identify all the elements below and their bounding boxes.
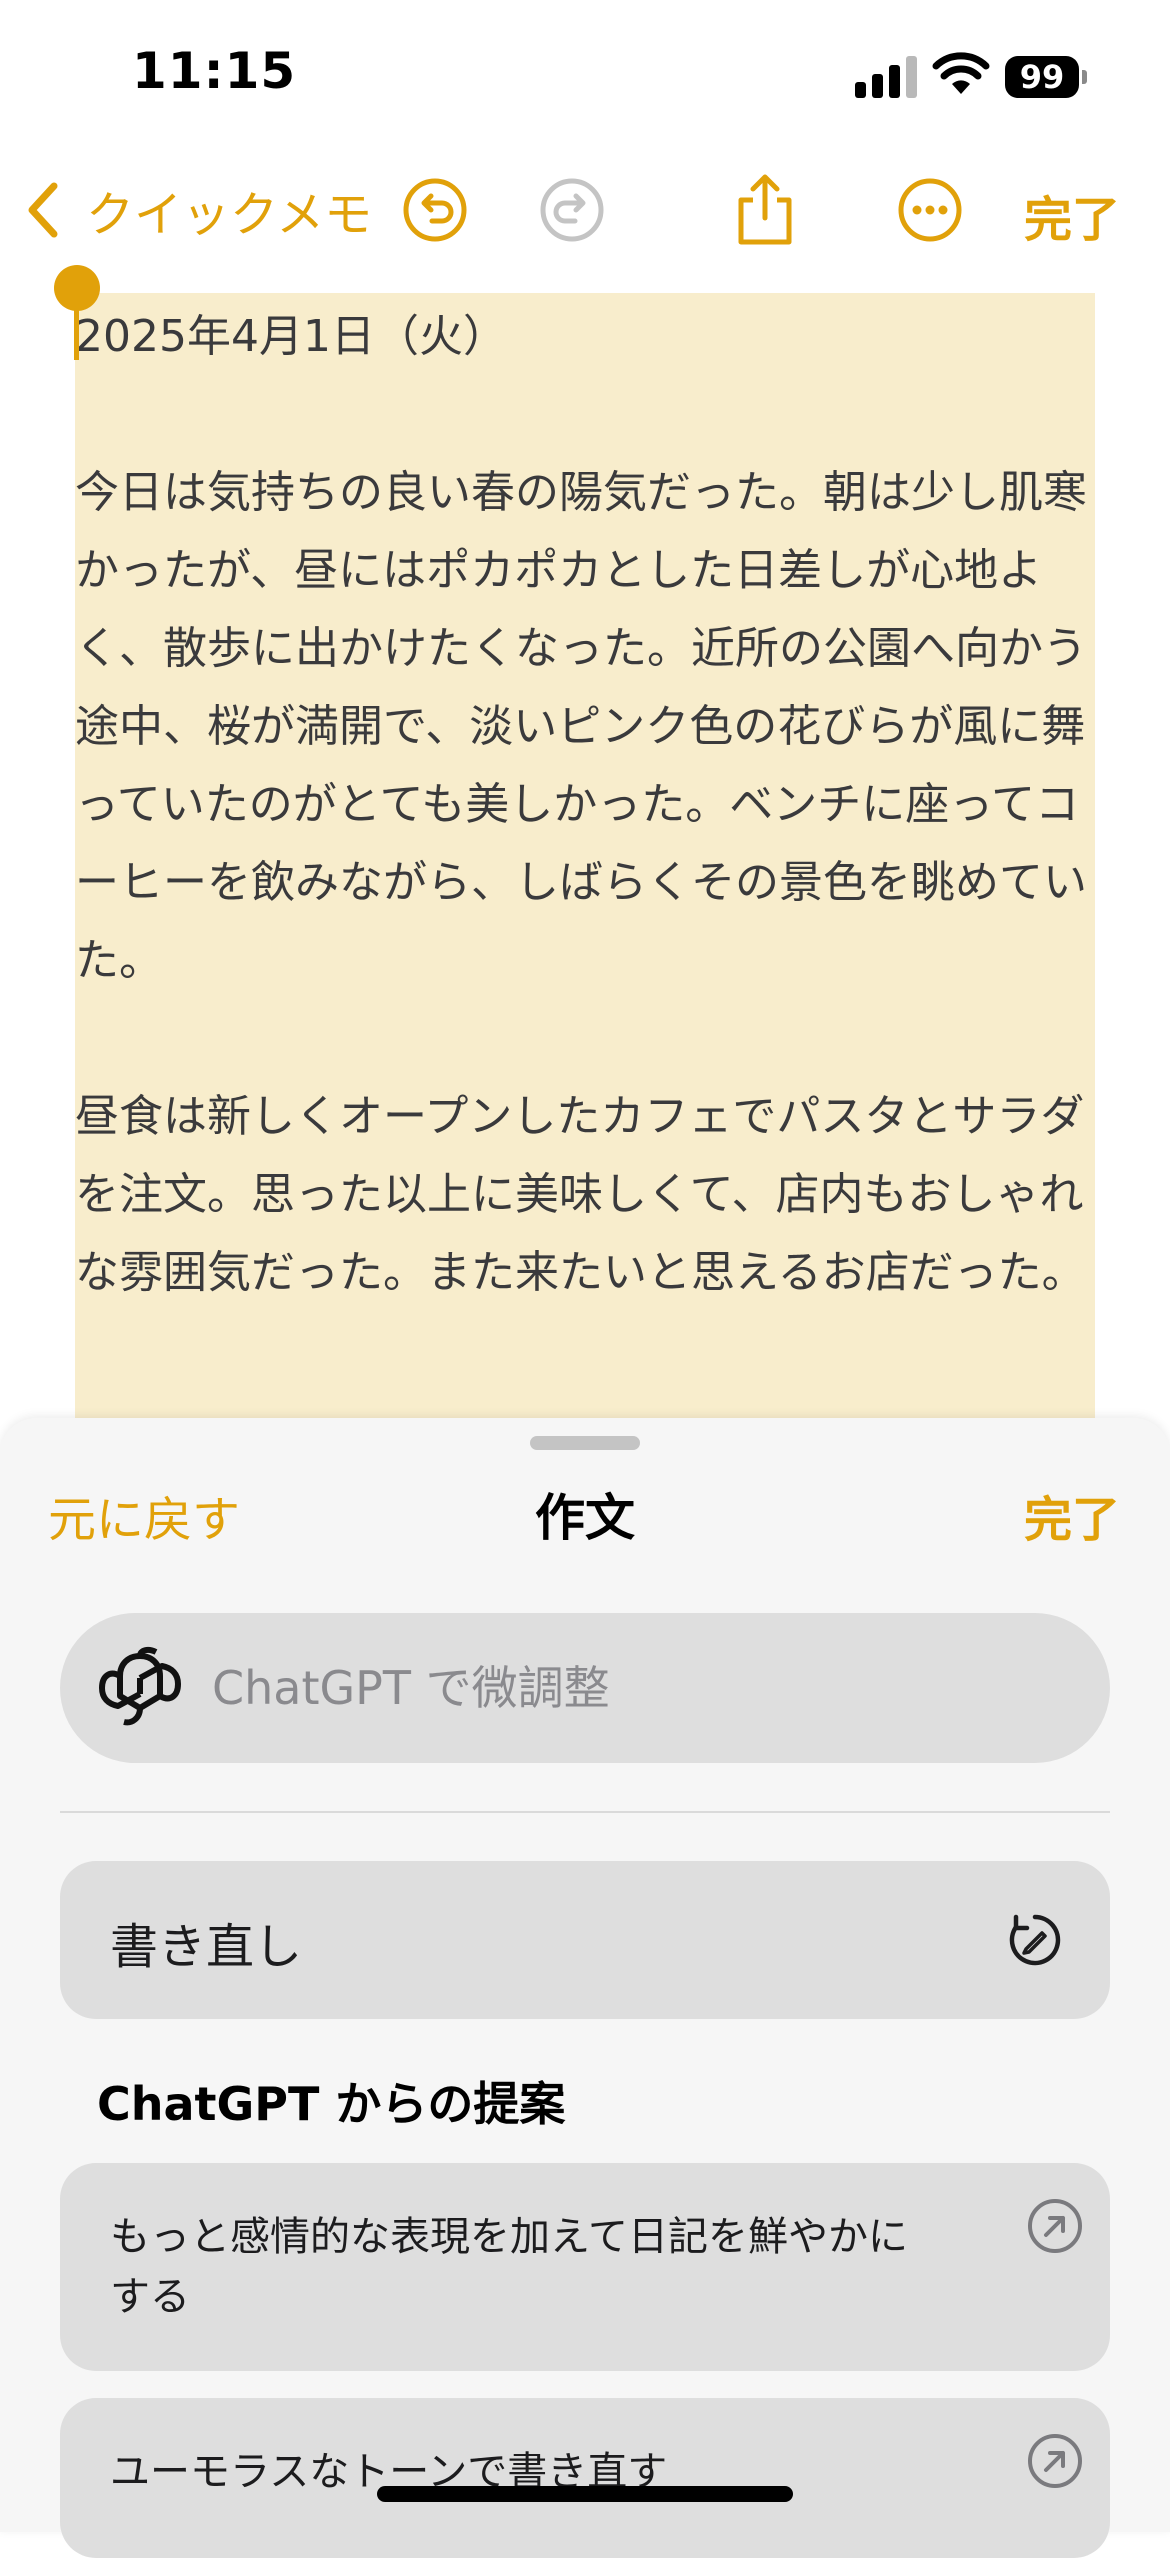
home-indicator[interactable] bbox=[377, 2486, 793, 2502]
status-time: 11:15 bbox=[132, 42, 297, 100]
suggestion-item[interactable]: ユーモラスなトーンで書き直す bbox=[60, 2398, 1110, 2558]
sheet-done-button[interactable]: 完了 bbox=[1024, 1480, 1120, 1550]
suggestions-title: ChatGPT からの提案 bbox=[97, 2077, 566, 2131]
divider bbox=[60, 1811, 1110, 1813]
note-text: 2025年4月1日（火） 今日は気持ちの良い春の陽気だった。朝は少し肌寒かったが… bbox=[75, 293, 1095, 1390]
back-button[interactable]: クイックメモ bbox=[24, 175, 372, 245]
battery-level: 99 bbox=[1005, 56, 1079, 98]
cellular-signal-icon bbox=[855, 56, 917, 98]
status-bar: 11:15 99 bbox=[0, 0, 1170, 150]
redo-icon bbox=[540, 178, 604, 242]
undo-icon bbox=[403, 178, 467, 242]
wifi-icon bbox=[932, 50, 990, 96]
more-button[interactable] bbox=[895, 175, 965, 245]
undo-button[interactable] bbox=[400, 175, 470, 245]
battery-icon: 99 bbox=[1005, 56, 1087, 98]
more-icon bbox=[898, 178, 962, 242]
chatgpt-refine-field[interactable] bbox=[60, 1613, 1110, 1763]
chevron-left-icon bbox=[28, 182, 58, 238]
share-button[interactable] bbox=[730, 174, 800, 245]
suggestion-label: もっと感情的な表現を加えて日記を鮮やかにする bbox=[110, 2214, 908, 2320]
note-paragraph: 今日は気持ちの良い春の陽気だった。朝は少し肌寒かったが、昼にはポカポカとした日差… bbox=[75, 467, 1087, 986]
back-label: クイックメモ bbox=[86, 187, 373, 243]
rewrite-button[interactable]: 書き直し bbox=[60, 1861, 1110, 2019]
sheet-title: 作文 bbox=[535, 1489, 635, 1547]
rewrite-label: 書き直し bbox=[110, 1919, 303, 1975]
nav-bar: クイックメモ 完了 bbox=[0, 150, 1170, 270]
redo-button[interactable] bbox=[537, 175, 607, 245]
rewrite-icon bbox=[1009, 1914, 1061, 1966]
suggestion-item[interactable]: もっと感情的な表現を加えて日記を鮮やかにする bbox=[60, 2163, 1110, 2371]
note-date: 2025年4月1日（火） bbox=[75, 311, 507, 362]
selection-cursor bbox=[74, 290, 79, 360]
sheet-grabber[interactable] bbox=[530, 1436, 640, 1450]
chatgpt-logo-icon bbox=[99, 1646, 181, 1726]
writing-tools-sheet: 元に戻す 作文 完了 書き直し ChatGPT からの提案 もっと感情的な表現を… bbox=[0, 1418, 1170, 2558]
arrow-up-right-circle-icon bbox=[1028, 2199, 1082, 2253]
note-body[interactable]: 2025年4月1日（火） 今日は気持ちの良い春の陽気だった。朝は少し肌寒かったが… bbox=[75, 293, 1095, 1423]
done-button[interactable]: 完了 bbox=[1024, 180, 1120, 250]
note-paragraph: 昼食は新しくオープンしたカフェでパスタとサラダを注文。思った以上に美味しくて、店… bbox=[75, 1091, 1086, 1298]
chatgpt-refine-input[interactable] bbox=[210, 1660, 1014, 1716]
share-icon bbox=[738, 174, 792, 245]
arrow-up-right-circle-icon bbox=[1028, 2434, 1082, 2488]
